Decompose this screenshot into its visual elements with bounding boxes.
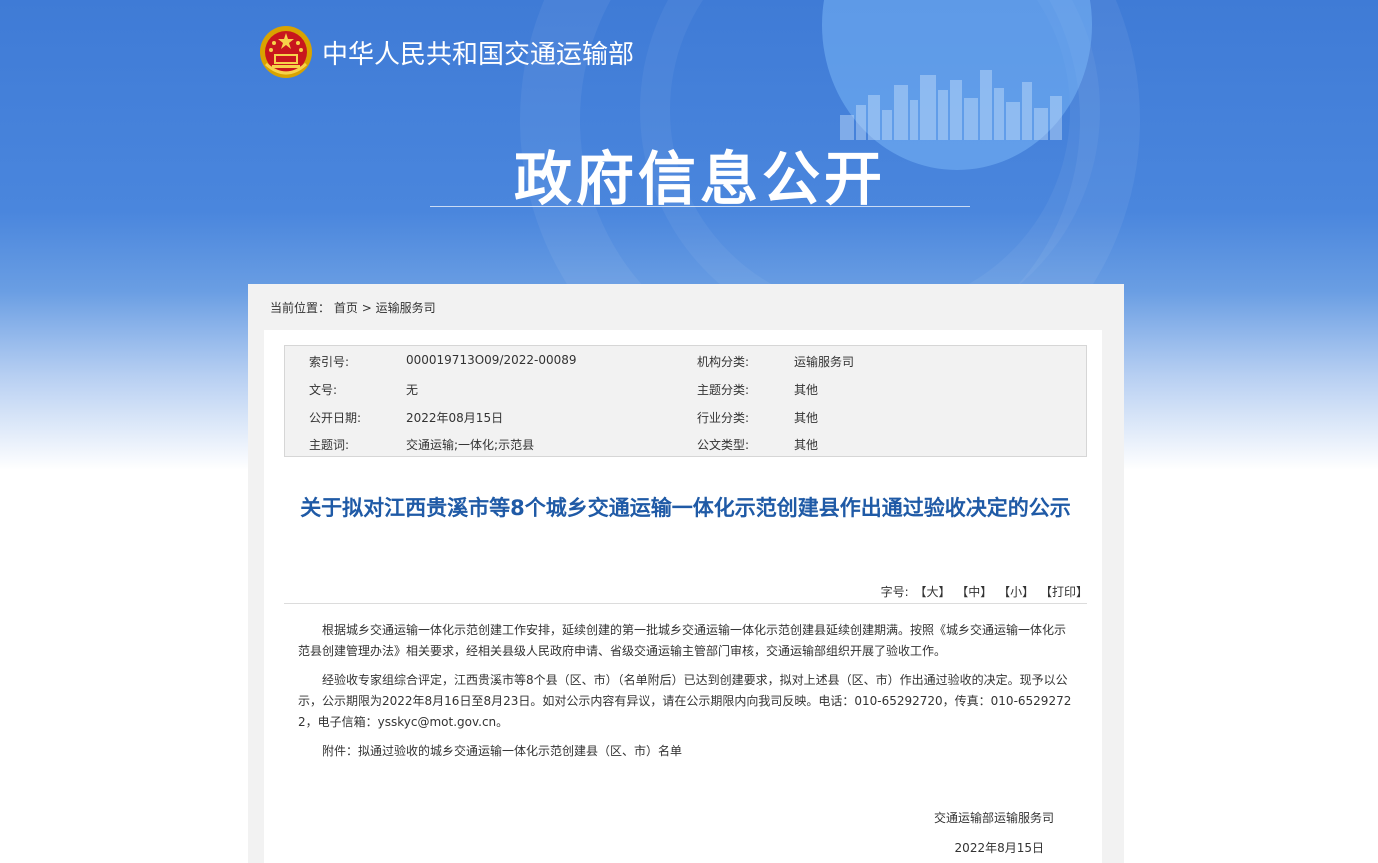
meta-value: 无 [406, 383, 419, 397]
meta-key: 机构分类: [697, 355, 750, 369]
meta-key: 公开日期: [309, 411, 362, 425]
breadcrumb: 当前位置： 首页 > 运输服务司 [270, 299, 436, 316]
article-paragraph: 根据城乡交通运输一体化示范创建工作安排，延续创建的第一批城乡交通运输一体化示范创… [298, 623, 1067, 658]
article-paragraph: 经验收专家组综合评定，江西贵溪市等8个县（区、市）（名单附后）已达到创建要求，拟… [298, 673, 1072, 729]
breadcrumb-section-link[interactable]: 运输服务司 [376, 301, 436, 315]
meta-value: 2022年08月15日 [406, 411, 504, 425]
page-heading: 政府信息公开 [513, 145, 886, 213]
meta-key: 索引号: [309, 355, 350, 369]
article-body: 根据城乡交通运输一体化示范创建工作安排，延续创建的第一批城乡交通运输一体化示范创… [298, 620, 1074, 770]
city-skyline-icon [840, 70, 1062, 140]
article-date: 2022年8月15日 [954, 841, 1044, 855]
font-small-button[interactable]: 【小】 [998, 585, 1034, 599]
print-button[interactable]: 【打印】 [1040, 585, 1088, 599]
meta-key: 主题词: [309, 438, 350, 452]
meta-value: 运输服务司 [794, 355, 855, 369]
meta-row: 公开日期: 2022年08月15日 行业分类: 其他 [285, 402, 1086, 430]
document-meta-table: 索引号: 000019713O09/2022-00089 机构分类: 运输服务司… [284, 345, 1087, 457]
heading-underline [430, 206, 970, 207]
font-size-toolbar: 字号: 【大】 【中】 【小】 【打印】 [840, 583, 1088, 600]
font-medium-button[interactable]: 【中】 [956, 585, 992, 599]
breadcrumb-prefix: 当前位置： [270, 301, 331, 315]
breadcrumb-separator: > [361, 301, 372, 315]
site-logo[interactable]: 中华人民共和国交通运输部 [258, 24, 634, 80]
meta-key: 公文类型: [697, 438, 750, 452]
font-size-label: 字号: [880, 585, 909, 599]
meta-value: 其他 [794, 411, 819, 425]
meta-row: 索引号: 000019713O09/2022-00089 机构分类: 运输服务司 [285, 346, 1086, 374]
meta-key: 主题分类: [697, 383, 750, 397]
breadcrumb-home-link[interactable]: 首页 [334, 301, 358, 315]
site-name: 中华人民共和国交通运输部 [322, 39, 635, 70]
title-divider [284, 603, 1087, 604]
meta-value: 000019713O09/2022-00089 [406, 353, 577, 367]
meta-row: 主题词: 交通运输;一体化;示范县 公文类型: 其他 [285, 429, 1086, 457]
meta-key: 文号: [309, 383, 338, 397]
national-emblem-icon [260, 26, 312, 78]
article-signature: 交通运输部运输服务司 [933, 811, 1054, 825]
meta-value: 交通运输;一体化;示范县 [406, 438, 535, 452]
meta-value: 其他 [794, 383, 819, 397]
meta-key: 行业分类: [697, 411, 750, 425]
font-large-button[interactable]: 【大】 [914, 585, 950, 599]
article-title: 关于拟对江西贵溪市等8个城乡交通运输一体化示范创建县作出通过验收决定的公示 [300, 496, 1071, 520]
meta-value: 其他 [794, 438, 819, 452]
meta-row: 文号: 无 主题分类: 其他 [285, 374, 1086, 402]
attachment-link[interactable]: 附件：拟通过验收的城乡交通运输一体化示范创建县（区、市）名单 [298, 741, 1074, 762]
